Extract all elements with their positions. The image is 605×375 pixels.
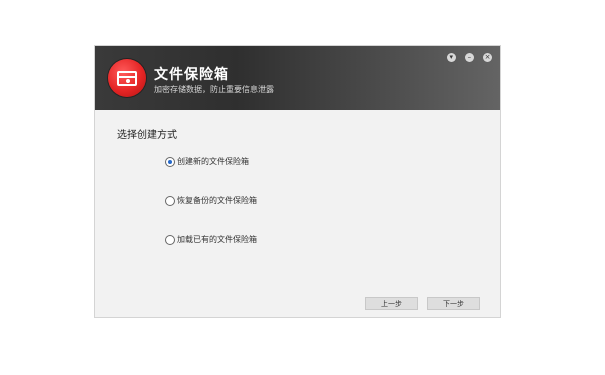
menu-button[interactable]: ▾: [446, 53, 456, 62]
dialog-header: 文件保险箱 加密存储数据，防止重要信息泄露 ▾ – ×: [95, 46, 500, 110]
minimize-icon: –: [467, 53, 472, 61]
file-vault-logo-icon: [108, 59, 146, 97]
close-button[interactable]: ×: [483, 53, 492, 62]
radio-button[interactable]: [165, 235, 175, 245]
option-label: 加载已有的文件保险箱: [177, 235, 257, 244]
dialog-subtitle: 加密存储数据，防止重要信息泄露: [154, 85, 274, 94]
chevron-down-icon: ▾: [449, 53, 454, 61]
lock-icon: [126, 79, 130, 83]
radio-button[interactable]: [165, 157, 175, 167]
radio-button[interactable]: [165, 196, 175, 206]
section-title: 选择创建方式: [117, 130, 177, 141]
window-controls: ▾ – ×: [443, 53, 492, 63]
dialog-title: 文件保险箱: [154, 67, 229, 83]
next-step-button[interactable]: 下一步: [427, 297, 480, 310]
file-vault-dialog: 文件保险箱 加密存储数据，防止重要信息泄露 ▾ – × 选择创建方式 创建新的文…: [94, 45, 501, 318]
option-label: 恢复备份的文件保险箱: [177, 196, 257, 205]
vault-box-icon: [117, 71, 137, 86]
previous-step-button[interactable]: 上一步: [365, 297, 418, 310]
minimize-button[interactable]: –: [464, 53, 474, 62]
close-icon: ×: [484, 53, 491, 61]
option-label: 创建新的文件保险箱: [177, 157, 249, 166]
